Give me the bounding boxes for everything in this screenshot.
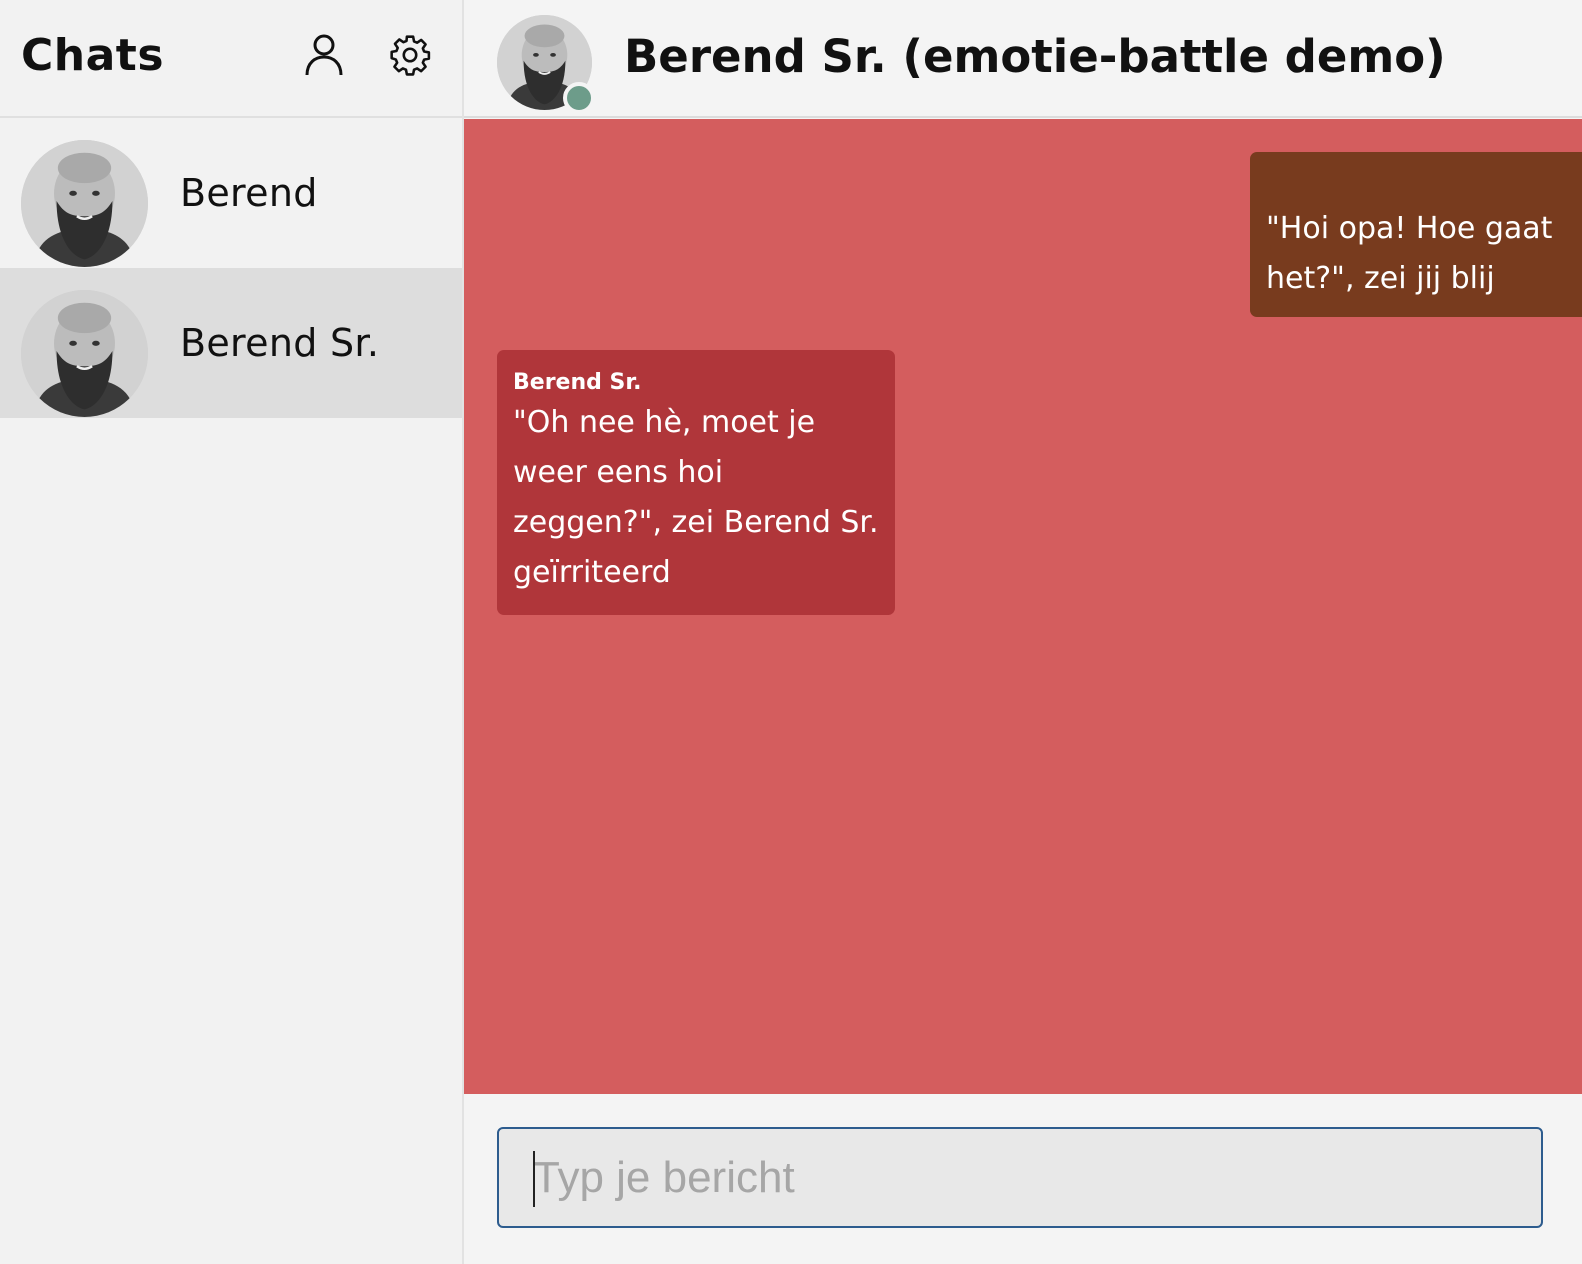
sidebar: Chats Berend Berend Sr. (0, 0, 464, 1264)
chat-header: Berend Sr. (emotie-battle demo) (464, 0, 1582, 118)
message-sender: Berend Sr. (513, 370, 642, 395)
message-input-box[interactable] (497, 1127, 1543, 1228)
composer (464, 1094, 1582, 1264)
contact-name: Berend Sr. (180, 321, 380, 365)
incoming-message: Berend Sr. "Oh nee hè, moet je weer eens… (497, 350, 895, 615)
profile-button[interactable] (303, 34, 345, 80)
sidebar-header: Chats (0, 0, 462, 118)
contact-name: Berend (180, 171, 318, 215)
message-text: "Hoi opa! Hoe gaat het?", zei jij blij (1266, 211, 1553, 296)
text-caret (533, 1151, 535, 1207)
contact-item-berend[interactable]: Berend (0, 118, 462, 268)
header-avatar[interactable] (497, 15, 595, 114)
outgoing-message: "Hoi opa! Hoe gaat het?", zei jij blij (1250, 152, 1582, 317)
settings-button[interactable] (389, 34, 431, 80)
chat-panel: Berend Sr. (emotie-battle demo) "Hoi opa… (464, 0, 1582, 1264)
online-status-indicator (563, 82, 595, 114)
message-list[interactable]: "Hoi opa! Hoe gaat het?", zei jij blij B… (464, 119, 1582, 1094)
user-icon (304, 33, 344, 81)
gear-icon (388, 33, 432, 81)
chat-title: Berend Sr. (emotie-battle demo) (624, 30, 1446, 83)
message-input[interactable] (499, 1129, 1541, 1226)
message-text: "Oh nee hè, moet je weer eens hoi zeggen… (513, 405, 879, 590)
avatar (21, 290, 148, 417)
contact-item-berend-sr[interactable]: Berend Sr. (0, 268, 462, 418)
avatar (21, 140, 148, 267)
sidebar-title: Chats (21, 30, 165, 81)
